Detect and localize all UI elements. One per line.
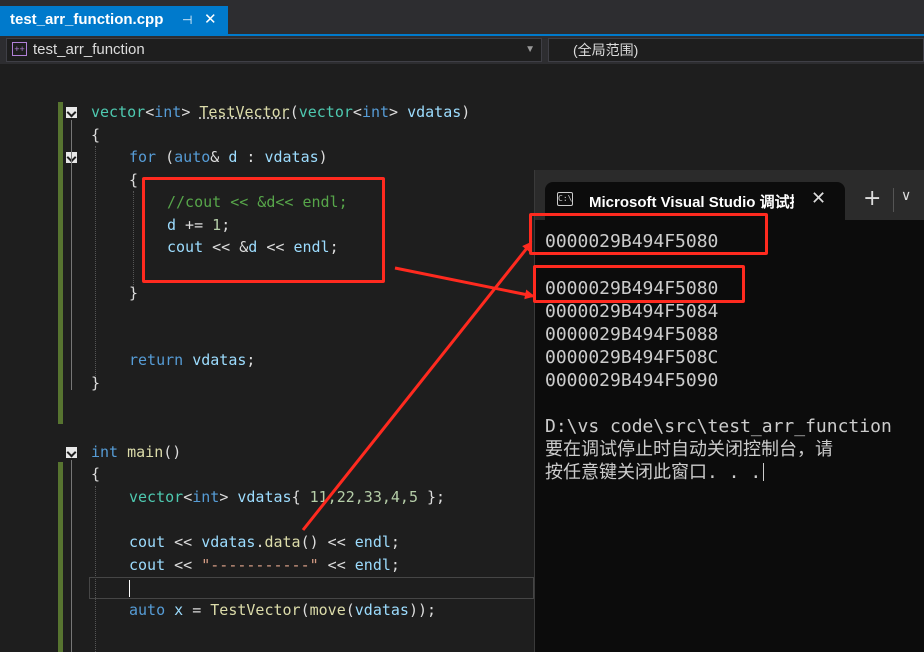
annotation-arrows <box>301 241 535 531</box>
arrow-to-first-address <box>301 241 533 531</box>
arrow-to-loop-address <box>394 266 535 300</box>
